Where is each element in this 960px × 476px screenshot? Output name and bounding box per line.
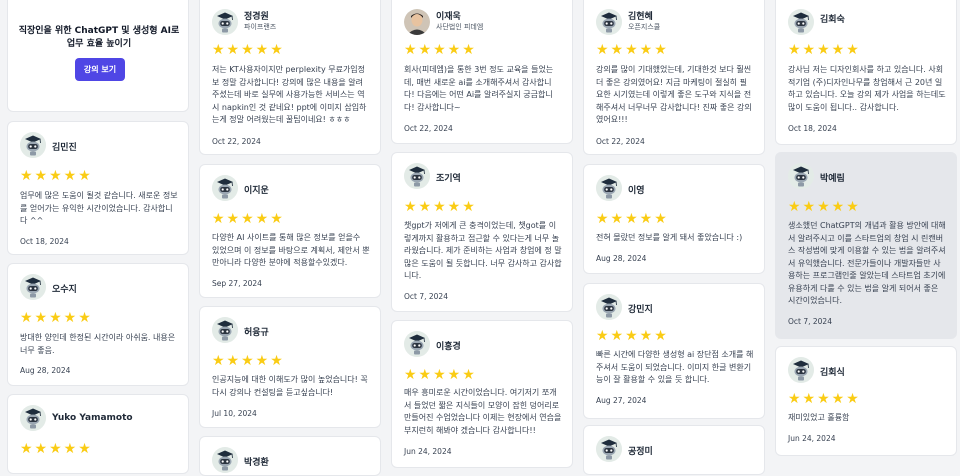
- review-text: 다양한 AI 사이트를 통해 많은 정보를 얻을수 있었으며 이 정보를 바탕으…: [212, 233, 370, 267]
- review-text: 챗gpt가 저에게 큰 충격이었는데, 챗got를 이렇게까지 활용하고 접근할…: [404, 221, 562, 280]
- review-date: Aug 27, 2024: [596, 396, 647, 405]
- reviewer-name: 이재욱: [436, 12, 461, 22]
- view-course-button[interactable]: 강의 보기: [75, 58, 125, 81]
- review-card: 정경원 파이프랜즈 ★★★★★ 저는 KT사용자이지만 perplexity 무료…: [199, 0, 381, 155]
- review-text: 저는 KT사용자이지만 perplexity 무료가입정보 정말 감사합니다! …: [212, 65, 367, 124]
- reviewer-name: 이영: [628, 186, 645, 196]
- robot-avatar-icon: [788, 9, 814, 35]
- review-text: 강사님 저는 디자인회사를 하고 있습니다. 사회적기업 (주)디자인나무를 창…: [788, 65, 946, 112]
- star-rating: ★★★★★: [788, 199, 861, 215]
- reviewer-name: Yuko Yamamoto: [52, 413, 133, 423]
- review-card-highlighted: 박예림 ★★★★★ 생소했던 ChatGPT의 개념과 활용 방안에 대해서 알…: [775, 152, 957, 339]
- star-rating: ★★★★★: [404, 199, 477, 215]
- review-card: 김회식 ★★★★★ 재미있었고 훌륭함 Jun 24, 2024: [775, 346, 957, 456]
- reviewer-name: 김회숙: [820, 15, 845, 25]
- robot-avatar-icon: [404, 331, 430, 357]
- star-rating: ★★★★★: [404, 42, 477, 58]
- review-text: 인공지능에 대한 이해도가 많이 높었습니다! 꼭 다시 강의나 컨설팅을 듣고…: [212, 375, 368, 397]
- review-card: 공정미: [583, 425, 765, 475]
- reviewer-name: 김현혜: [628, 12, 653, 22]
- review-text: 빠른 시간에 다양한 생성형 ai 장단점 소개를 해주셔서 도움이 되었습니다…: [596, 350, 754, 384]
- review-card: 김민진 ★★★★★ 업무에 많은 도움이 될것 같습니다. 새로운 정보를 얻어…: [7, 121, 189, 255]
- review-text: 업무에 많은 도움이 될것 같습니다. 새로운 정보를 얻어가는 유익한 시간이…: [20, 191, 178, 225]
- star-rating: ★★★★★: [788, 42, 861, 58]
- star-rating: ★★★★★: [20, 168, 93, 184]
- reviewer-name: 김회식: [820, 368, 845, 378]
- reviewer-company: 사단법인 피데엠: [436, 23, 484, 31]
- robot-avatar-icon: [596, 436, 622, 462]
- review-card: 조기역 ★★★★★ 챗gpt가 저에게 큰 충격이었는데, 챗got를 이렇게까…: [391, 152, 573, 312]
- reviewer-name: 박예림: [820, 174, 845, 184]
- review-card: 박경환: [199, 436, 381, 476]
- review-card: 오수지 ★★★★★ 방대한 양인데 한정된 시간이라 아쉬움. 내용은 너무 좋…: [7, 263, 189, 386]
- review-text: 전혀 몰랐던 정보를 알게 돼서 좋았습니다 :): [596, 233, 743, 242]
- review-text: 회사(피데엠)을 통한 3번 정도 교육을 들었는데, 매번 새로운 ai를 소…: [404, 65, 554, 112]
- review-date: Jul 10, 2024: [212, 409, 257, 418]
- reviewer-name: 허융규: [244, 328, 269, 338]
- review-text: 재미있었고 훌륭함: [788, 413, 850, 422]
- robot-avatar-icon: [596, 175, 622, 201]
- review-date: Aug 28, 2024: [596, 254, 647, 263]
- review-text: 생소했던 ChatGPT의 개념과 활용 방안에 대해서 알려주시고 이를 스타…: [788, 221, 946, 305]
- reviewer-company: 오픈지스쿨: [628, 23, 661, 31]
- review-date: Sep 27, 2024: [212, 279, 262, 288]
- robot-avatar-icon: [212, 175, 238, 201]
- star-rating: ★★★★★: [212, 42, 285, 58]
- course-title: 직장인을 위한 ChatGPT 및 생성형 AI로 업무 효율 높이기: [18, 26, 180, 49]
- star-rating: ★★★★★: [212, 353, 285, 369]
- review-date: Oct 7, 2024: [404, 292, 448, 301]
- review-card: 이재욱 사단법인 피데엠 ★★★★★ 회사(피데엠)을 통한 3번 정도 교육을 …: [391, 0, 573, 144]
- star-rating: ★★★★★: [20, 441, 93, 457]
- review-date: Jun 24, 2024: [404, 447, 452, 456]
- review-date: Aug 28, 2024: [20, 366, 71, 375]
- reviewer-name: 김민진: [52, 143, 77, 153]
- review-date: Oct 22, 2024: [212, 137, 261, 146]
- robot-avatar-icon: [404, 163, 430, 189]
- robot-avatar-icon: [20, 132, 46, 158]
- robot-avatar-icon: [20, 405, 46, 431]
- robot-avatar-icon: [20, 274, 46, 300]
- reviewer-company: 파이프랜즈: [244, 23, 277, 31]
- star-rating: ★★★★★: [596, 211, 669, 227]
- star-rating: ★★★★★: [788, 391, 861, 407]
- robot-avatar-icon: [596, 294, 622, 320]
- review-date: Oct 18, 2024: [788, 124, 837, 133]
- reviewer-name: 오수지: [52, 285, 77, 295]
- reviewer-name: 정경원: [244, 12, 269, 22]
- review-card: 김현혜 오픈지스쿨 ★★★★★ 강의를 많이 기대했었는데, 기대한것 보다 훨씬…: [583, 0, 765, 155]
- reviewer-name: 강민지: [628, 305, 653, 315]
- review-card: 이영 ★★★★★ 전혀 몰랐던 정보를 알게 돼서 좋았습니다 :) Aug 2…: [583, 164, 765, 274]
- star-rating: ★★★★★: [596, 328, 669, 344]
- review-card: 강민지 ★★★★★ 빠른 시간에 다양한 생성형 ai 장단점 소개를 해주셔서…: [583, 283, 765, 419]
- review-card: 허융규 ★★★★★ 인공지능에 대한 이해도가 많이 높었습니다! 꼭 다시 강…: [199, 306, 381, 428]
- star-rating: ★★★★★: [404, 367, 477, 383]
- star-rating: ★★★★★: [212, 211, 285, 227]
- reviewer-name: 이지운: [244, 186, 269, 196]
- reviewer-name: 이홍경: [436, 342, 461, 352]
- review-text: 매우 흥미로운 시간이었습니다. 여기저기 쪼개서 들었던 짧은 지식들이 모양…: [404, 388, 562, 435]
- robot-avatar-icon: [212, 447, 238, 473]
- review-date: Oct 7, 2024: [788, 317, 832, 326]
- reviewer-name: 공정미: [628, 447, 653, 457]
- review-date: Oct 22, 2024: [596, 137, 645, 146]
- review-date: Oct 22, 2024: [404, 124, 453, 133]
- review-text: 방대한 양인데 한정된 시간이라 아쉬움. 내용은 너무 좋음.: [20, 333, 176, 355]
- review-date: Jun 24, 2024: [788, 434, 836, 443]
- course-promo-card: 직장인을 위한 ChatGPT 및 생성형 AI로 업무 효율 높이기 강의 보…: [7, 0, 189, 112]
- reviewer-name: 조기역: [436, 174, 461, 184]
- review-card: 이홍경 ★★★★★ 매우 흥미로운 시간이었습니다. 여기저기 쪼개서 들었던 …: [391, 320, 573, 468]
- review-date: Oct 18, 2024: [20, 237, 69, 246]
- star-rating: ★★★★★: [20, 310, 93, 326]
- robot-avatar-icon: [788, 163, 814, 189]
- robot-avatar-icon: [788, 357, 814, 383]
- star-rating: ★★★★★: [596, 42, 669, 58]
- robot-avatar-icon: [212, 317, 238, 343]
- review-text: 강의를 많이 기대했었는데, 기대한것 보다 훨씬 더 좋은 강의였어요! 지금…: [596, 65, 752, 124]
- review-card: 김회숙 ★★★★★ 강사님 저는 디자인회사를 하고 있습니다. 사회적기업 (…: [775, 0, 957, 145]
- robot-avatar-icon: [596, 9, 622, 35]
- robot-avatar-icon: [212, 9, 238, 35]
- review-card: Yuko Yamamoto ★★★★★: [7, 394, 189, 474]
- review-card: 이지운 ★★★★★ 다양한 AI 사이트를 통해 많은 정보를 얻을수 있었으며…: [199, 164, 381, 298]
- profile-photo: [404, 9, 430, 35]
